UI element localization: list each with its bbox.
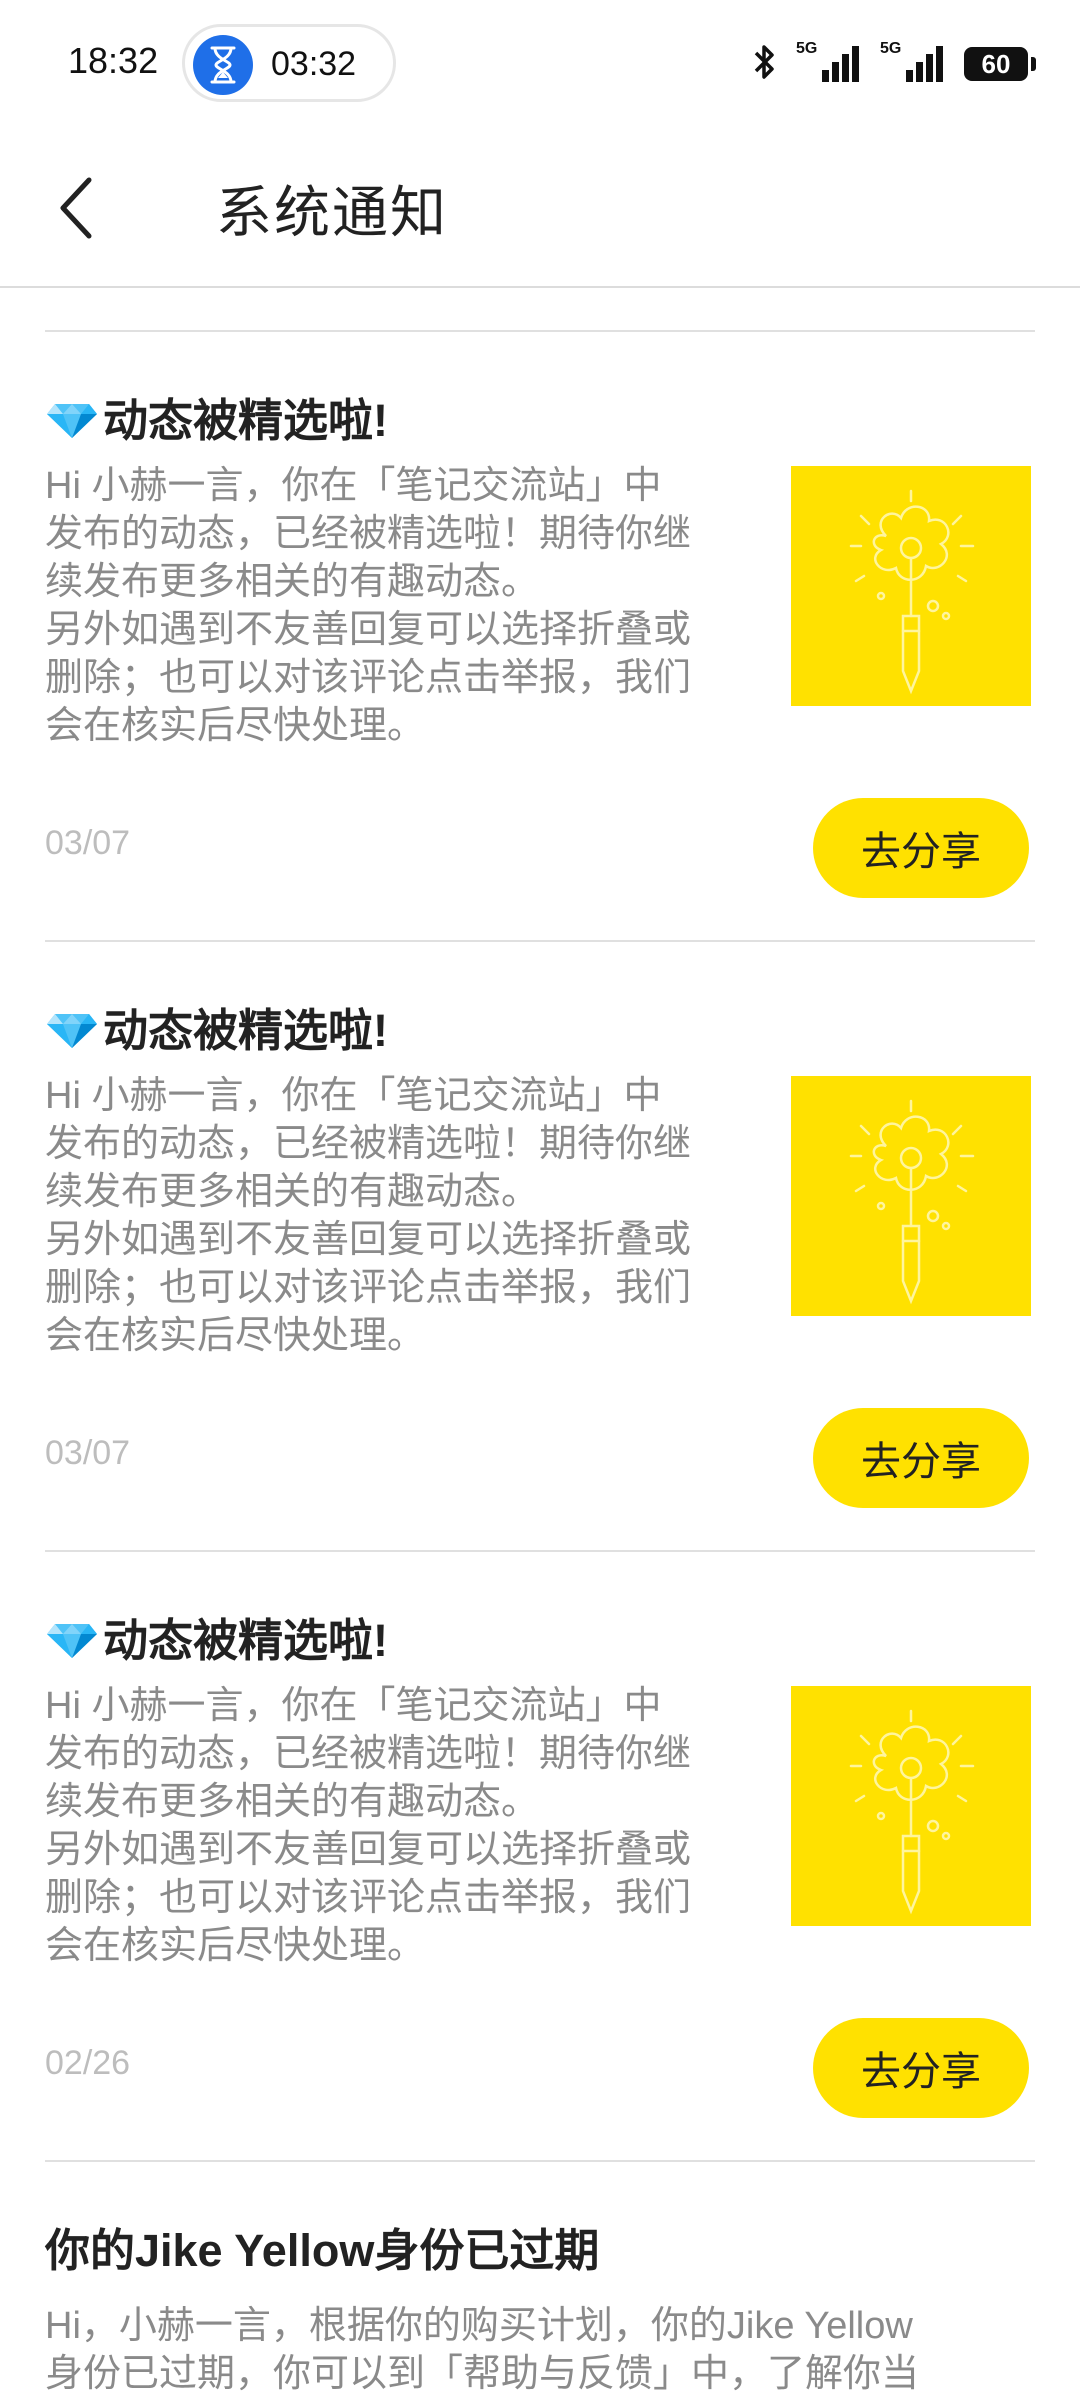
notification-list: 动态被精选啦! Hi 小赫一言，你在「笔记交流站」中 发布的动态，已经被精选啦！… xyxy=(45,330,1035,2395)
battery-icon: 60 xyxy=(964,47,1036,81)
share-button[interactable]: 去分享 xyxy=(813,798,1029,898)
gem-icon xyxy=(47,403,97,438)
status-icons: 5G 5G 60 xyxy=(752,40,1036,88)
notification-body: Hi，小赫一言，根据你的购买计划，你的Jike Yellow 身份已过期，你可以… xyxy=(45,2305,920,2395)
signal-icon: 5G xyxy=(796,40,862,84)
chevron-left-icon xyxy=(60,177,92,239)
bluetooth-icon xyxy=(752,42,778,87)
page-title: 系统通知 xyxy=(216,181,448,244)
hourglass-icon xyxy=(193,35,253,95)
gem-icon xyxy=(47,1623,97,1658)
timer-text: 03:32 xyxy=(271,45,357,83)
notification-title-text: 动态被精选啦! xyxy=(103,1005,388,1056)
gem-icon xyxy=(47,1013,97,1048)
app-header: 系统通知 xyxy=(0,128,1080,288)
status-time: 18:32 xyxy=(68,40,159,81)
notification-thumbnail[interactable] xyxy=(791,466,1031,706)
notification-date: 02/26 xyxy=(45,2044,131,2082)
flower-pen-icon xyxy=(849,1099,975,1305)
flower-pen-icon xyxy=(849,489,975,695)
notification-card[interactable]: 动态被精选啦! Hi 小赫一言，你在「笔记交流站」中 发布的动态，已经被精选啦！… xyxy=(45,940,1035,1550)
notification-title: 动态被精选啦! xyxy=(45,1604,388,1669)
notification-body: Hi 小赫一言，你在「笔记交流站」中 发布的动态，已经被精选啦！期待你继 续发布… xyxy=(45,1685,692,1967)
timer-pill[interactable]: 03:32 xyxy=(182,24,396,102)
back-button[interactable] xyxy=(40,168,110,248)
status-bar: 18:32 03:32 5G 5G 60 xyxy=(0,0,1080,128)
flower-pen-icon xyxy=(849,1709,975,1915)
notification-card[interactable]: 动态被精选啦! Hi 小赫一言，你在「笔记交流站」中 发布的动态，已经被精选啦！… xyxy=(45,1550,1035,2160)
share-button[interactable]: 去分享 xyxy=(813,1408,1029,1508)
notification-body: Hi 小赫一言，你在「笔记交流站」中 发布的动态，已经被精选啦！期待你继 续发布… xyxy=(45,1075,692,1357)
notification-title: 动态被精选啦! xyxy=(45,384,388,449)
notification-card[interactable]: 动态被精选啦! Hi 小赫一言，你在「笔记交流站」中 发布的动态，已经被精选啦！… xyxy=(45,330,1035,940)
notification-body: Hi 小赫一言，你在「笔记交流站」中 发布的动态，已经被精选啦！期待你继 续发布… xyxy=(45,465,692,747)
notification-thumbnail[interactable] xyxy=(791,1686,1031,1926)
signal-icon: 5G xyxy=(880,40,946,84)
notification-thumbnail[interactable] xyxy=(791,1076,1031,1316)
notification-date: 03/07 xyxy=(45,1434,131,1472)
notification-title: 动态被精选啦! xyxy=(45,994,388,1059)
notification-title-text: 动态被精选啦! xyxy=(103,1615,388,1666)
notification-title: 你的Jike Yellow身份已过期 xyxy=(45,2225,600,2276)
notification-card[interactable]: 你的Jike Yellow身份已过期 Hi，小赫一言，根据你的购买计划，你的Ji… xyxy=(45,2160,1035,2395)
notification-title-text: 动态被精选啦! xyxy=(103,395,388,446)
notification-date: 03/07 xyxy=(45,824,131,862)
share-button[interactable]: 去分享 xyxy=(813,2018,1029,2118)
